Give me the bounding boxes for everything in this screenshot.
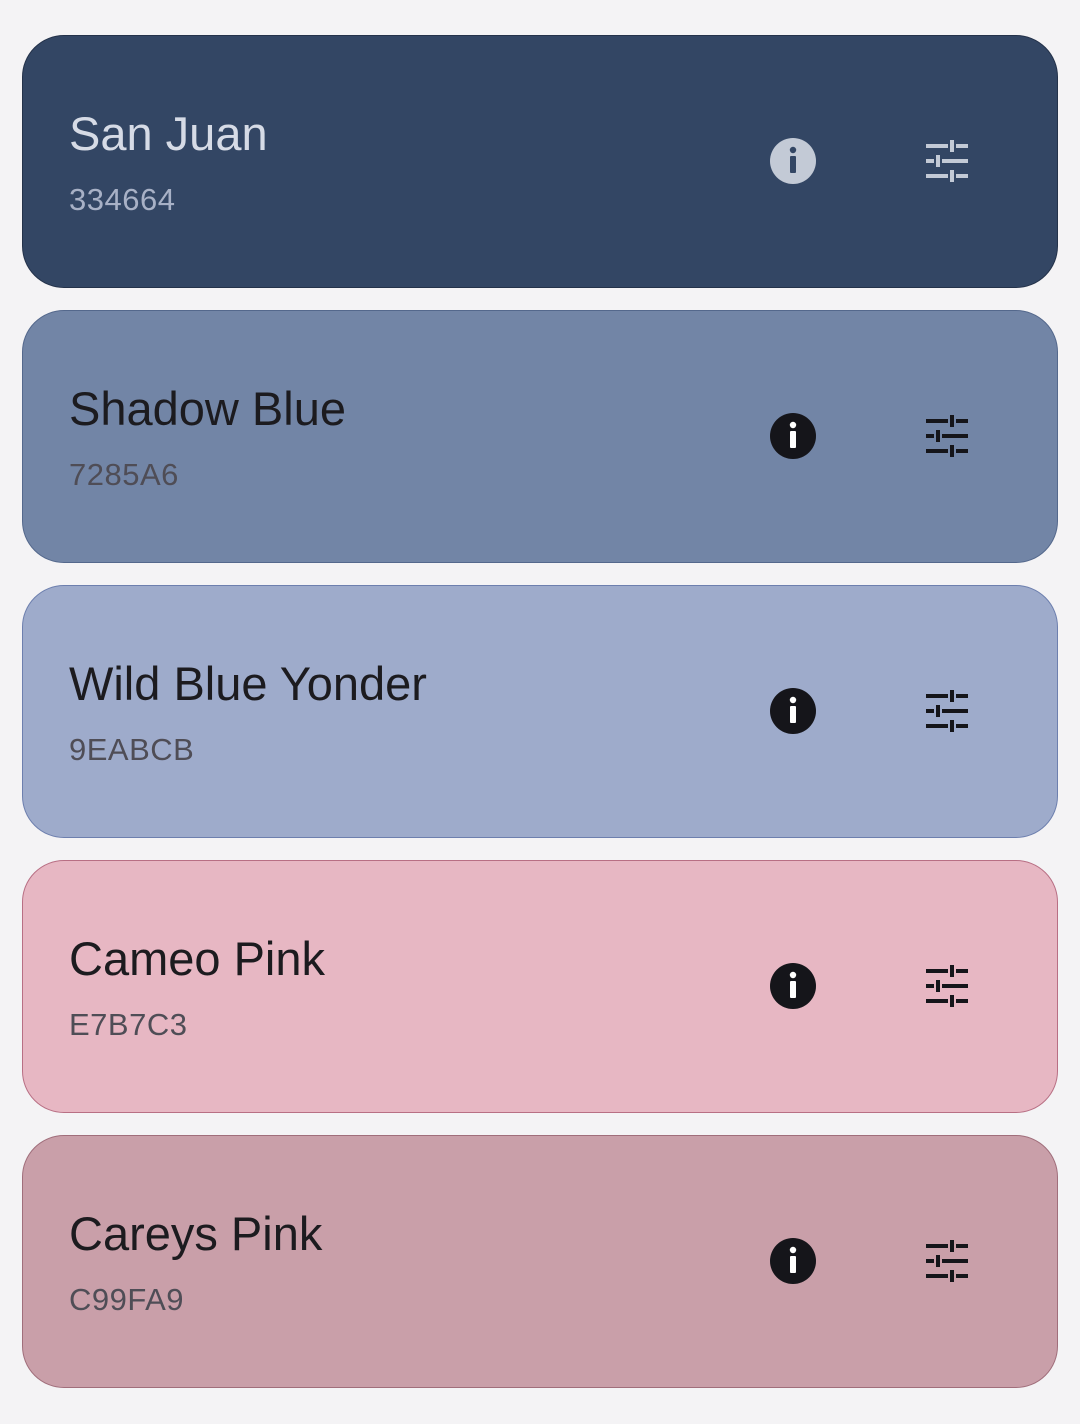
color-name: Shadow Blue: [69, 382, 346, 435]
adjust-button[interactable]: [917, 406, 977, 466]
tune-icon: [926, 1240, 968, 1282]
tune-icon: [926, 140, 968, 182]
info-icon: [770, 688, 816, 734]
color-card-shadow-blue[interactable]: Shadow Blue 7285A6: [22, 310, 1058, 563]
tune-icon: [926, 415, 968, 457]
info-button[interactable]: [763, 956, 823, 1016]
adjust-button[interactable]: [917, 956, 977, 1016]
color-hex: E7B7C3: [69, 1007, 188, 1042]
color-name: Careys Pink: [69, 1207, 323, 1260]
color-name: Cameo Pink: [69, 932, 325, 985]
info-button[interactable]: [763, 131, 823, 191]
info-icon: [770, 138, 816, 184]
color-name: Wild Blue Yonder: [69, 657, 427, 710]
adjust-button[interactable]: [917, 681, 977, 741]
color-hex: C99FA9: [69, 1282, 185, 1317]
info-icon: [770, 1238, 816, 1284]
color-card-careys-pink[interactable]: Careys Pink C99FA9: [22, 1135, 1058, 1388]
info-icon: [770, 413, 816, 459]
tune-icon: [926, 965, 968, 1007]
info-button[interactable]: [763, 406, 823, 466]
info-icon: [770, 963, 816, 1009]
color-name: San Juan: [69, 107, 268, 160]
color-hex: 334664: [69, 182, 176, 217]
color-card-san-juan[interactable]: San Juan 334664: [22, 35, 1058, 288]
adjust-button[interactable]: [917, 1231, 977, 1291]
color-card-cameo-pink[interactable]: Cameo Pink E7B7C3: [22, 860, 1058, 1113]
tune-icon: [926, 690, 968, 732]
adjust-button[interactable]: [917, 131, 977, 191]
info-button[interactable]: [763, 1231, 823, 1291]
color-list: San Juan 334664 Shadow Blue 7285A6 Wild …: [22, 35, 1058, 1410]
color-hex: 7285A6: [69, 457, 179, 492]
color-hex: 9EABCB: [69, 732, 195, 767]
info-button[interactable]: [763, 681, 823, 741]
color-card-wild-blue-yonder[interactable]: Wild Blue Yonder 9EABCB: [22, 585, 1058, 838]
